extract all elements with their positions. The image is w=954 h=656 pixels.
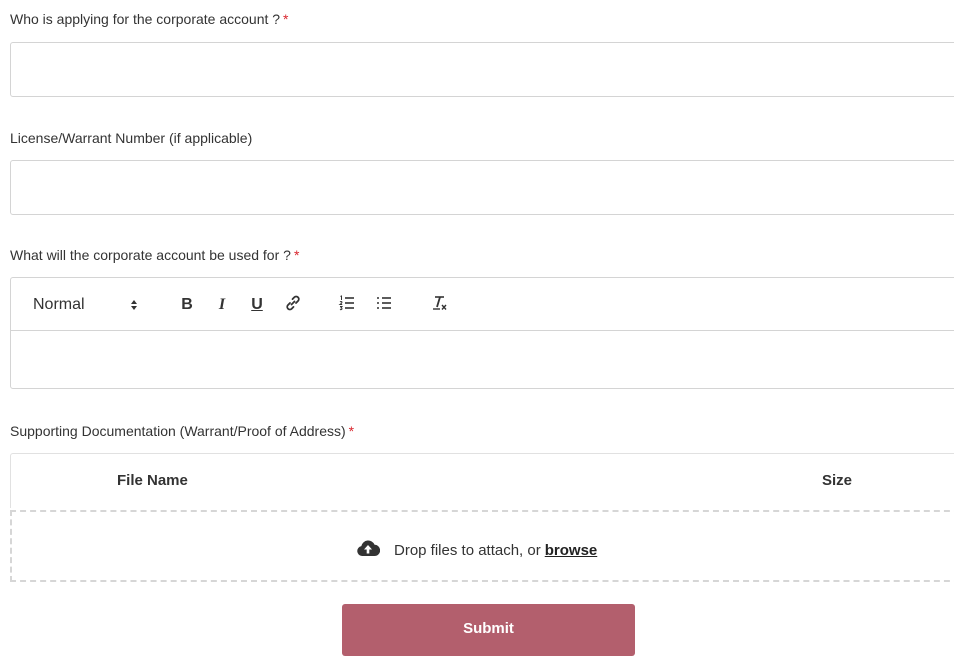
clear-format-button[interactable] (429, 294, 451, 316)
link-button[interactable] (281, 294, 305, 316)
documents-label: Supporting Documentation (Warrant/Proof … (10, 423, 354, 439)
usage-rich-text-editor: Normal B I U (10, 277, 954, 389)
format-select-value: Normal (33, 296, 85, 313)
applicant-input[interactable] (10, 42, 954, 97)
browse-link[interactable]: browse (545, 542, 598, 559)
applicant-label: Who is applying for the corporate accoun… (10, 11, 289, 27)
italic-button[interactable]: I (211, 294, 233, 316)
file-dropzone[interactable]: Drop files to attach, or browse (10, 510, 954, 582)
usage-label: What will the corporate account be used … (10, 247, 299, 263)
column-header-size: Size (822, 472, 853, 489)
license-label: License/Warrant Number (if applicable) (10, 130, 252, 146)
format-select[interactable]: Normal (33, 294, 153, 316)
usage-label-text: What will the corporate account be used … (10, 247, 291, 263)
required-marker: * (283, 11, 289, 27)
cloud-upload-icon (356, 538, 394, 562)
documents-label-text: Supporting Documentation (Warrant/Proof … (10, 423, 346, 439)
bullet-list-icon (375, 294, 393, 317)
ordered-list-button[interactable] (336, 294, 358, 316)
license-input[interactable] (10, 160, 954, 215)
submit-button[interactable]: Submit (342, 604, 635, 656)
required-marker: * (293, 247, 300, 263)
applicant-label-text: Who is applying for the corporate accoun… (10, 11, 281, 27)
dropzone-text: Drop files to attach, or (394, 541, 541, 559)
column-header-file-name: File Name (117, 472, 188, 489)
license-label-text: License/Warrant Number (if applicable) (10, 130, 253, 146)
ordered-list-icon (338, 294, 356, 317)
clear-format-icon (431, 294, 449, 317)
required-marker: * (348, 423, 355, 439)
editor-toolbar: Normal B I U (11, 278, 954, 331)
select-arrows-icon (130, 299, 138, 311)
underline-button[interactable]: U (246, 294, 268, 316)
usage-editor-body[interactable] (11, 331, 954, 388)
bold-button[interactable]: B (176, 294, 198, 316)
bullet-list-button[interactable] (372, 294, 396, 316)
dropzone-content: Drop files to attach, or browse (356, 538, 597, 562)
link-icon (284, 294, 302, 317)
file-table-header: File Name Size (10, 453, 954, 508)
